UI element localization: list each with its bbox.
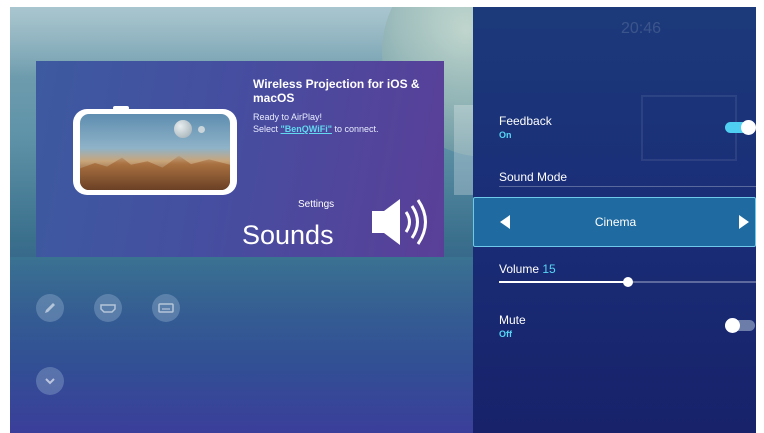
sound-settings-panel: 20:46 Feedback On Sound Mode Cinema Volu… — [473, 7, 756, 433]
phone-illustration — [73, 106, 237, 195]
sound-mode-value: Cinema — [594, 215, 637, 229]
hero-card[interactable]: Wireless Projection for iOS & macOS Read… — [36, 61, 444, 257]
volume-value: 15 — [542, 262, 556, 276]
sound-mode-label: Sound Mode — [499, 170, 568, 184]
more-apps-button[interactable] — [36, 367, 64, 395]
hero-subtitle: Ready to AirPlay! Select "BenQWiFi" to c… — [253, 111, 443, 135]
hero-title: Wireless Projection for iOS & macOS — [253, 77, 420, 105]
water-backdrop — [10, 257, 480, 433]
connect-instruction: Select "BenQWiFi" to connect. — [253, 123, 443, 135]
volume-label-row: Volume 15 — [499, 262, 556, 276]
speaker-icon — [372, 199, 427, 245]
feedback-toggle-knob — [741, 120, 756, 135]
pencil-app-button[interactable] — [36, 294, 64, 322]
airplay-ready-text: Ready to AirPlay! — [253, 112, 323, 122]
sound-mode-selector[interactable]: Cinema — [473, 197, 756, 247]
volume-slider[interactable] — [499, 277, 756, 287]
hero-category: Settings — [298, 199, 335, 210]
volume-label: Volume — [499, 262, 540, 276]
small-moon-illustration — [198, 126, 205, 133]
mute-toggle[interactable] — [725, 318, 755, 333]
pencil-icon — [45, 303, 55, 313]
wifi-network-link[interactable]: "BenQWiFi" — [281, 124, 332, 134]
rock-landscape — [80, 155, 230, 190]
tv-backdrop-icon — [641, 95, 737, 161]
feedback-toggle[interactable] — [725, 120, 756, 135]
mute-toggle-knob — [725, 318, 740, 333]
mute-value: Off — [499, 329, 512, 339]
phone-wallpaper — [80, 114, 230, 190]
connect-suffix: to connect. — [331, 124, 379, 134]
connect-prefix: Select — [253, 124, 281, 134]
keyboard-icon — [158, 303, 174, 313]
volume-slider-fill — [499, 281, 628, 283]
volume-slider-handle[interactable] — [623, 277, 633, 287]
next-mode-arrow-icon[interactable] — [739, 215, 749, 229]
keyboard-app-button[interactable] — [152, 294, 180, 322]
feedback-label: Feedback — [499, 114, 552, 128]
sound-mode-divider — [499, 186, 756, 187]
chevron-down-icon — [45, 378, 55, 385]
moon-illustration — [174, 120, 192, 138]
mute-label: Mute — [499, 313, 526, 327]
feedback-value: On — [499, 130, 512, 140]
hero-app-name: Sounds — [242, 220, 334, 250]
phone-notch — [113, 106, 129, 110]
hdmi-app-button[interactable] — [94, 294, 122, 322]
status-clock: 20:46 — [621, 20, 662, 37]
hdmi-icon — [100, 304, 116, 313]
projector-screen: Wireless Projection for iOS & macOS Read… — [10, 7, 756, 433]
